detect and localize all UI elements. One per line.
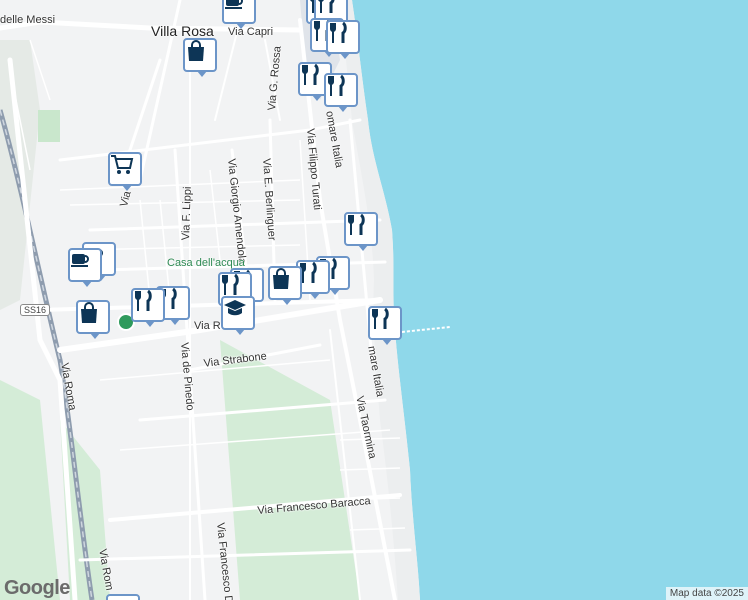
restaurant-icon[interactable] — [131, 288, 165, 327]
street-label: Via Capri — [228, 26, 274, 38]
map-base — [0, 0, 451, 600]
street-label: Via R — [194, 320, 221, 332]
restaurant-icon[interactable] — [368, 306, 402, 345]
restaurant-icon[interactable] — [324, 73, 358, 112]
map-canvas[interactable]: Villa Rosa delle Messi Via Capri Via G. … — [0, 0, 748, 600]
town-label: Villa Rosa — [151, 23, 214, 39]
restaurant-icon[interactable] — [344, 212, 378, 251]
road-badge: SS16 — [20, 304, 51, 316]
google-logo: Google — [4, 577, 70, 599]
shopping-bag-icon[interactable] — [76, 300, 110, 339]
school-icon[interactable] — [221, 296, 255, 335]
street-label: delle Messi — [0, 14, 56, 26]
shopping-bag-icon[interactable] — [183, 38, 217, 77]
marker-partial[interactable] — [106, 594, 140, 600]
cafe-icon[interactable] — [68, 248, 102, 287]
shopping-bag-icon[interactable] — [268, 266, 302, 305]
shopping-cart-icon[interactable] — [108, 152, 142, 191]
map-attribution[interactable]: Map data ©2025 — [665, 587, 748, 600]
restaurant-icon[interactable] — [326, 20, 360, 59]
cafe-icon[interactable] — [222, 0, 256, 29]
street-label: Via F. Lippi — [180, 186, 194, 241]
